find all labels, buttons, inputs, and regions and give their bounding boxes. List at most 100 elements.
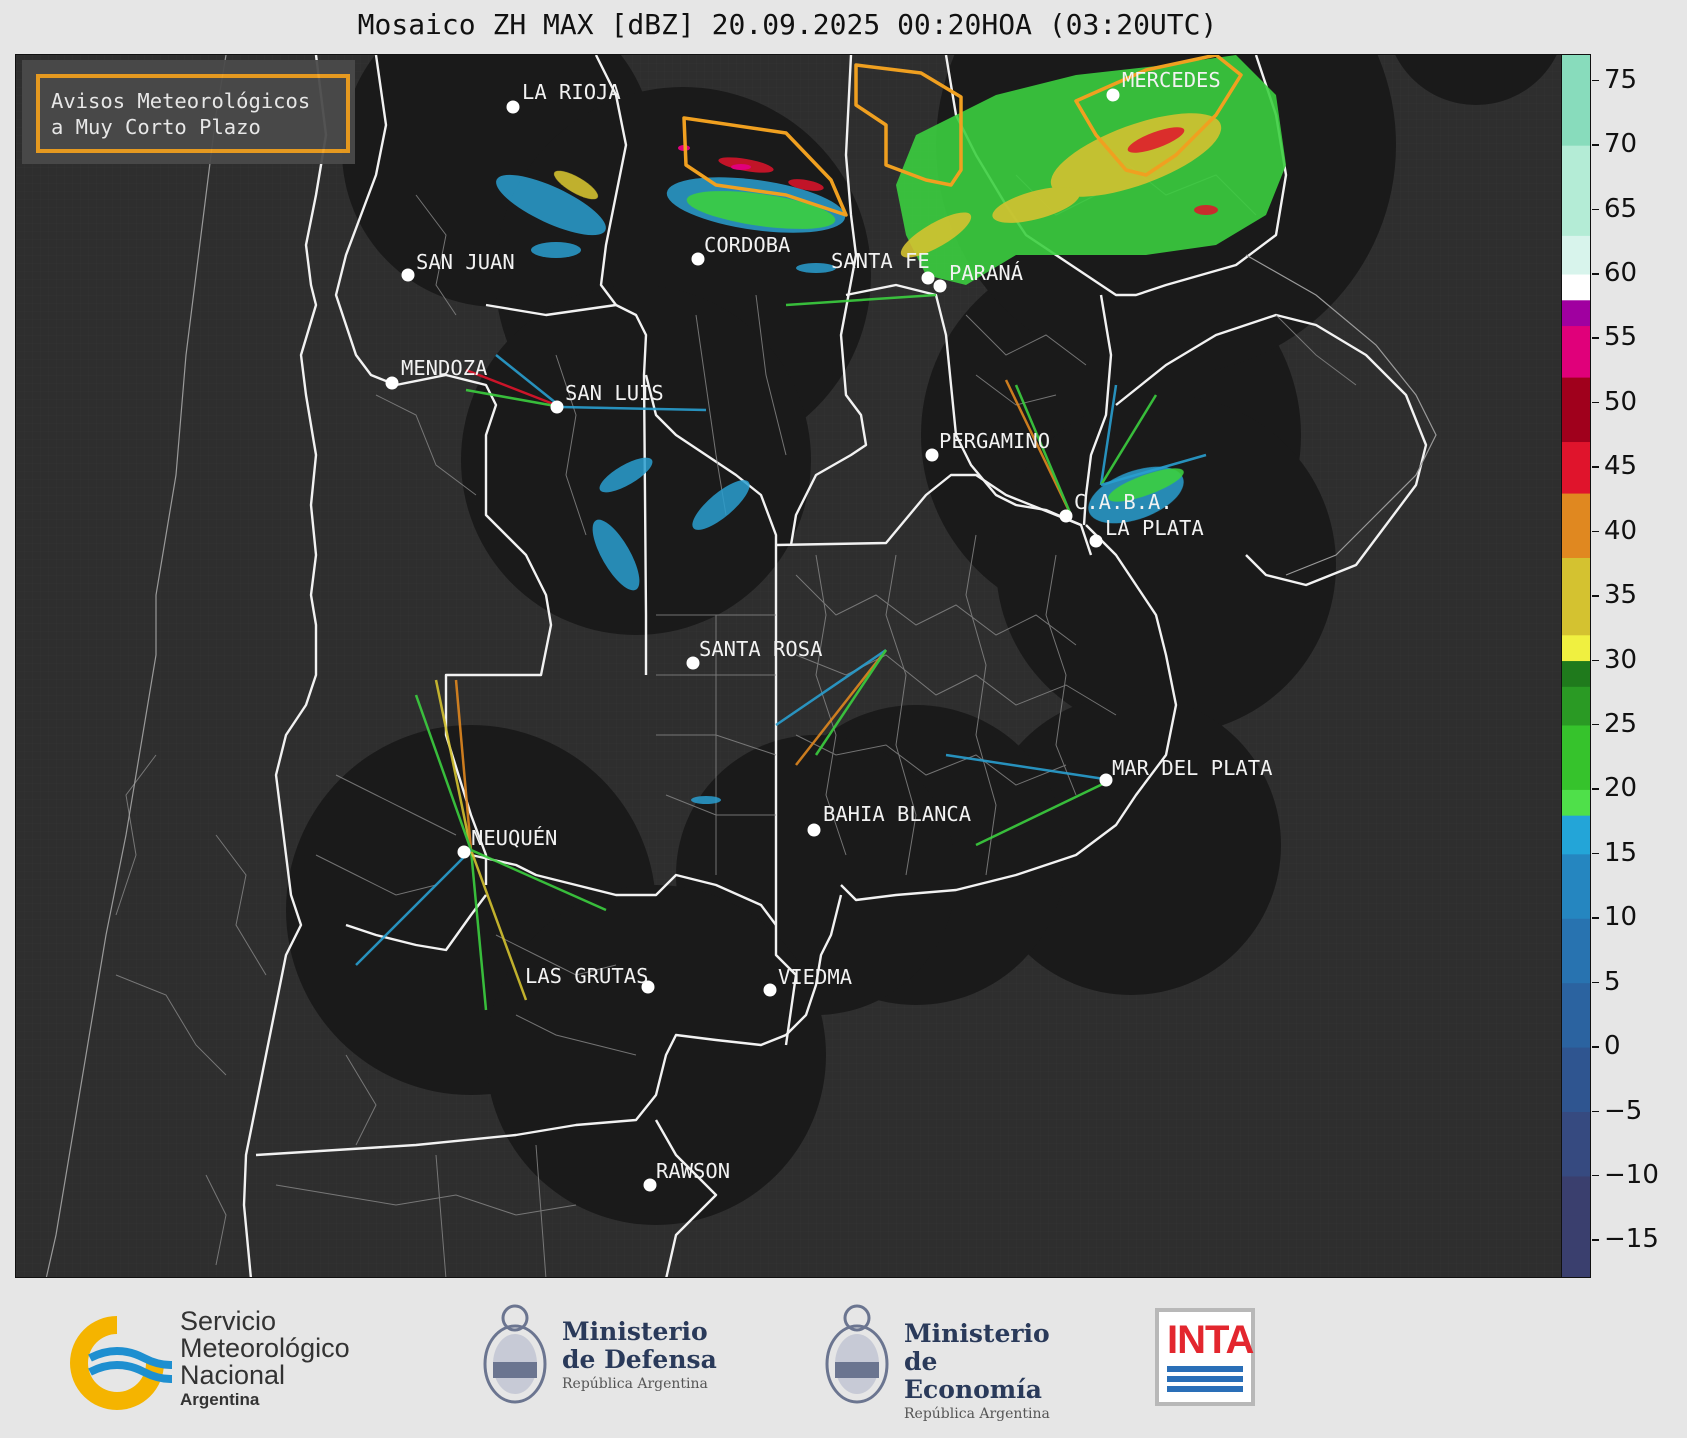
defensa-line2: de Defensa — [562, 1345, 717, 1374]
colorbar-tick-mark — [1592, 788, 1599, 790]
smn-line1: Servicio — [180, 1306, 277, 1336]
colorbar-tick-mark — [1592, 723, 1599, 726]
city-label: RAWSON — [656, 1159, 730, 1183]
colorbar-segment — [1562, 299, 1590, 327]
colorbar-tick-mark — [1592, 401, 1599, 404]
city-label: MENDOZA — [401, 356, 487, 380]
colorbar-tick-label: 75 — [1604, 64, 1638, 95]
colorbar-tick-mark — [1592, 1110, 1599, 1112]
colorbar-tick-label: 55 — [1604, 322, 1638, 353]
city-label: SANTA ROSA — [699, 637, 822, 661]
smn-wordmark: Servicio Meteorológico Nacional Argentin… — [180, 1308, 350, 1411]
colorbar-tick-mark — [1592, 466, 1599, 468]
economia-line3: República Argentina — [904, 1406, 1050, 1422]
colorbar-tick-label: 35 — [1604, 580, 1638, 611]
smn-country: Argentina — [180, 1390, 260, 1409]
colorbar-tick-label: 15 — [1604, 837, 1638, 868]
city-label: C.A.B.A. — [1074, 490, 1173, 514]
colorbar-segment — [1562, 918, 1590, 984]
colorbar-tick-mark — [1592, 595, 1599, 597]
smn-emblem-icon — [70, 1316, 198, 1410]
colorbar-tick-label: 50 — [1604, 386, 1638, 417]
colorbar-tick-mark — [1592, 337, 1599, 339]
colorbar-segment — [1562, 1047, 1590, 1113]
radar-map[interactable]: LA RIOJA SAN JUAN CORDOBA SANTA FE PARAN… — [15, 54, 1562, 1278]
city-label: PARANÁ — [949, 260, 1023, 285]
defensa-logo: Ministerio de Defensa República Argentin… — [478, 1296, 718, 1426]
national-seal-icon — [825, 1304, 889, 1404]
colorbar-tick-label: 70 — [1604, 129, 1638, 160]
footer-logos: Servicio Meteorológico Nacional Argentin… — [0, 1278, 1687, 1438]
defensa-wordmark: Ministerio de Defensa República Argentin… — [562, 1318, 717, 1394]
colorbar-tick-mark — [1592, 1046, 1599, 1048]
colorbar — [1561, 54, 1591, 1278]
warning-legend-frame: Avisos Meteorológicos a Muy Corto Plazo — [36, 74, 350, 153]
colorbar-tick-label: −15 — [1604, 1224, 1659, 1255]
national-seal-icon — [483, 1304, 547, 1404]
smn-line3: Nacional — [180, 1360, 286, 1390]
colorbar-tick-label: 45 — [1604, 451, 1638, 482]
inta-stripes-icon — [1167, 1366, 1243, 1392]
city-label: SANTA FE — [831, 249, 930, 273]
city-label: LAS GRUTAS — [525, 964, 648, 988]
colorbar-tick-label: −5 — [1604, 1095, 1643, 1126]
colorbar-tick-label: 30 — [1604, 644, 1638, 675]
colorbar-segment — [1562, 1111, 1590, 1177]
colorbar-tick-mark — [1592, 144, 1599, 146]
colorbar-tick-mark — [1592, 1239, 1599, 1241]
colorbar-tick-label: 60 — [1604, 258, 1638, 289]
warning-legend-line1: Avisos Meteorológicos — [51, 89, 311, 113]
radar-map-canvas: LA RIOJA SAN JUAN CORDOBA SANTA FE PARAN… — [16, 55, 1561, 1277]
colorbar-segment — [1562, 145, 1590, 236]
economia-wordmark: Ministerio de Economía República Argenti… — [904, 1320, 1080, 1424]
economia-line1: Ministerio — [904, 1319, 1050, 1348]
economia-line2: de Economía — [904, 1347, 1042, 1404]
colorbar-segment — [1562, 55, 1590, 146]
city-label: MAR DEL PLATA — [1112, 756, 1272, 780]
city-label: PERGAMINO — [939, 429, 1050, 453]
colorbar-tick-mark — [1592, 852, 1599, 855]
warning-legend-box: Avisos Meteorológicos a Muy Corto Plazo — [22, 60, 355, 164]
colorbar-segment — [1562, 724, 1590, 790]
colorbar-tick-label: −10 — [1604, 1159, 1659, 1190]
colorbar-tick-label: 20 — [1604, 773, 1638, 804]
smn-logo: Servicio Meteorológico Nacional Argentin… — [62, 1308, 402, 1418]
city-label: CORDOBA — [704, 233, 790, 257]
colorbar-segment — [1562, 235, 1590, 275]
colorbar-segment — [1562, 660, 1590, 687]
city-label: LA RIOJA — [522, 80, 621, 104]
defensa-line3: República Argentina — [562, 1376, 708, 1392]
colorbar-gradient — [1562, 55, 1590, 1277]
warning-legend-line2: a Muy Corto Plazo — [51, 115, 261, 139]
colorbar-segment — [1562, 982, 1590, 1048]
colorbar-tick-label: 40 — [1604, 515, 1638, 546]
colorbar-tick-label: 5 — [1604, 966, 1621, 997]
defensa-line1: Ministerio — [562, 1317, 708, 1346]
colorbar-tick-mark — [1592, 530, 1599, 533]
colorbar-segment — [1562, 789, 1590, 816]
smn-line2: Meteorológico — [180, 1333, 350, 1363]
city-label: LA PLATA — [1105, 516, 1204, 540]
economia-logo: Ministerio de Economía República Argenti… — [820, 1296, 1080, 1426]
colorbar-tick-mark — [1592, 79, 1599, 82]
colorbar-segment — [1562, 441, 1590, 494]
colorbar-segment — [1562, 557, 1590, 636]
colorbar-segment — [1562, 815, 1590, 855]
colorbar-tick-mark — [1592, 917, 1599, 919]
city-label: MERCEDES — [1122, 68, 1221, 92]
colorbar-tick-mark — [1592, 1174, 1599, 1177]
city-label: NEUQUÉN — [471, 825, 557, 850]
map-title: Mosaico ZH MAX [dBZ] 20.09.2025 00:20HOA… — [357, 8, 1218, 41]
city-label: VIEDMA — [778, 965, 852, 989]
colorbar-segment — [1562, 853, 1590, 919]
colorbar-tick-label: 25 — [1604, 708, 1638, 739]
colorbar-tick-mark — [1592, 659, 1599, 662]
city-label: SAN JUAN — [416, 250, 515, 274]
inta-wordmark: INTA — [1167, 1318, 1254, 1362]
colorbar-tick-label: 10 — [1604, 902, 1638, 933]
colorbar-segment — [1562, 274, 1590, 301]
colorbar-segment — [1562, 377, 1590, 443]
colorbar-segment — [1562, 1175, 1590, 1277]
inta-logo: INTA — [1155, 1308, 1255, 1406]
colorbar-tick-mark — [1592, 981, 1599, 984]
